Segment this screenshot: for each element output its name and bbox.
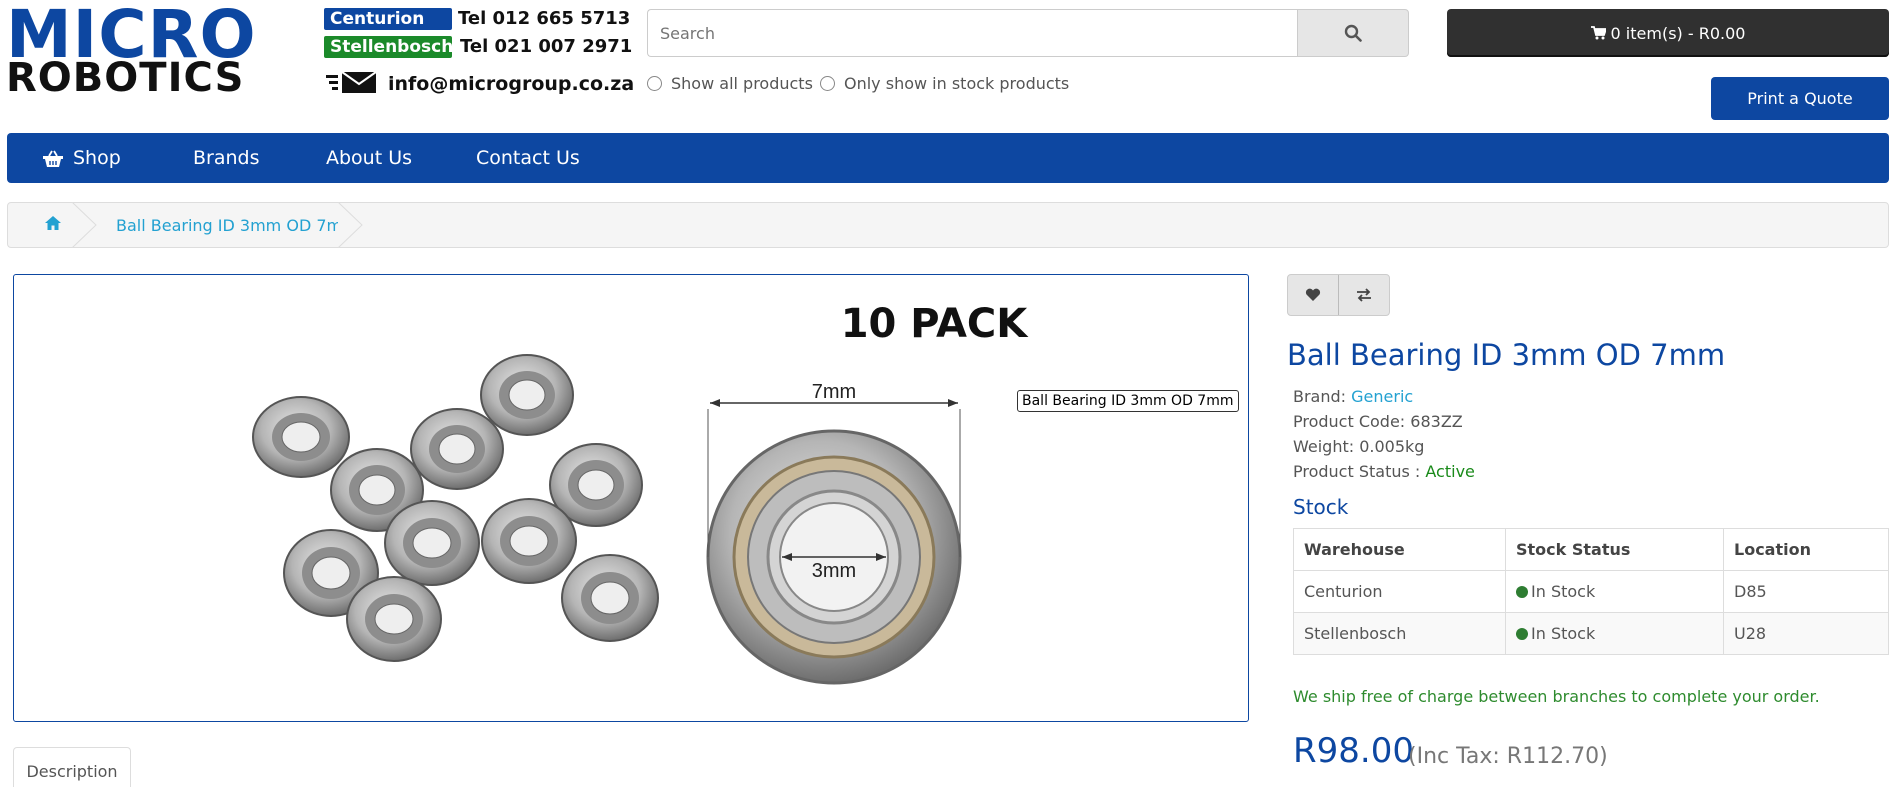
heart-icon xyxy=(1305,288,1321,301)
stock-heading: Stock xyxy=(1293,495,1349,519)
exchange-icon xyxy=(1357,288,1371,302)
search-button[interactable] xyxy=(1297,9,1409,57)
nav-contact-us[interactable]: Contact Us xyxy=(476,133,580,183)
branch-tag-stellenbosch: Stellenbosch xyxy=(324,36,453,58)
product-title: Ball Bearing ID 3mm OD 7mm xyxy=(1287,338,1726,372)
compare-button[interactable] xyxy=(1338,275,1389,315)
warehouse-cell: Centurion xyxy=(1293,570,1506,613)
weight-value: 0.005kg xyxy=(1359,437,1425,456)
bearing-cluster xyxy=(252,354,659,662)
code-value: 683ZZ xyxy=(1410,412,1463,431)
phone-stellenbosch: Tel 021 007 2971 xyxy=(460,36,633,57)
table-row: Centurion In Stock D85 xyxy=(1293,570,1889,613)
product-action-buttons xyxy=(1287,274,1390,316)
table-row: Stellenbosch In Stock U28 xyxy=(1293,612,1889,655)
filter-in-stock[interactable]: Only show in stock products xyxy=(820,74,1069,93)
product-status: Product Status : Active xyxy=(1293,462,1475,481)
outer-dimension-label: 7mm xyxy=(812,381,856,403)
filter-show-all[interactable]: Show all products xyxy=(647,74,813,93)
large-bearing-diagram: 7mm 3mm xyxy=(706,381,962,685)
nav-shop[interactable]: Shop xyxy=(43,133,121,183)
in-stock-dot-icon xyxy=(1516,586,1528,598)
mail-icon xyxy=(326,70,378,98)
breadcrumb-home[interactable] xyxy=(44,215,62,235)
radio-in-stock[interactable] xyxy=(820,76,835,91)
inner-dimension-label: 3mm xyxy=(812,560,856,582)
nav-shop-label: Shop xyxy=(73,147,121,169)
code-label: Product Code: xyxy=(1293,412,1406,431)
nav-brands[interactable]: Brands xyxy=(193,133,260,183)
print-quote-button[interactable]: Print a Quote xyxy=(1711,77,1889,120)
basket-icon xyxy=(43,150,63,167)
header-location: Location xyxy=(1723,528,1889,571)
logo-robotics-text[interactable]: ROBOTICS xyxy=(6,58,244,98)
brand-label: Brand: xyxy=(1293,387,1347,406)
stock-table: Warehouse Stock Status Location Centurio… xyxy=(1293,528,1889,655)
brand-link[interactable]: Generic xyxy=(1351,387,1413,406)
nav-about-us[interactable]: About Us xyxy=(326,133,412,183)
stock-status-text: In Stock xyxy=(1531,624,1596,643)
breadcrumb: Ball Bearing ID 3mm OD 7mm xyxy=(7,202,1889,248)
stock-status-text: In Stock xyxy=(1531,582,1596,601)
shipping-note: We ship free of charge between branches … xyxy=(1293,687,1820,706)
product-price: R98.00 xyxy=(1293,731,1414,771)
wishlist-button[interactable] xyxy=(1288,275,1338,315)
weight-label: Weight: xyxy=(1293,437,1355,456)
cart-label: 0 item(s) - R0.00 xyxy=(1610,23,1746,43)
pack-label: 10 PACK xyxy=(841,301,1030,347)
tab-description[interactable]: Description xyxy=(13,747,131,787)
stock-table-header: Warehouse Stock Status Location xyxy=(1293,528,1889,571)
price-inc-tax: (Inc Tax: R112.70) xyxy=(1408,744,1608,769)
stock-status-cell: In Stock xyxy=(1505,612,1724,655)
branch-tag-centurion: Centurion xyxy=(324,8,452,30)
image-tooltip: Ball Bearing ID 3mm OD 7mm xyxy=(1017,390,1239,412)
warehouse-cell: Stellenbosch xyxy=(1293,612,1506,655)
breadcrumb-separator xyxy=(338,202,363,248)
main-nav: Shop Brands About Us Contact Us xyxy=(7,133,1889,183)
in-stock-dot-icon xyxy=(1516,628,1528,640)
search-icon xyxy=(1344,24,1362,42)
product-weight: Weight: 0.005kg xyxy=(1293,437,1424,456)
header-warehouse: Warehouse xyxy=(1293,528,1506,571)
breadcrumb-current[interactable]: Ball Bearing ID 3mm OD 7mm xyxy=(116,216,358,235)
header-stock-status: Stock Status xyxy=(1505,528,1724,571)
stock-status-cell: In Stock xyxy=(1505,570,1724,613)
email-link[interactable]: info@microgroup.co.za xyxy=(388,73,634,95)
phone-centurion: Tel 012 665 5713 xyxy=(458,8,631,29)
product-brand: Brand: Generic xyxy=(1293,387,1413,406)
product-image[interactable]: 7mm 3mm 10 PACK xyxy=(13,274,1249,722)
home-icon xyxy=(45,216,61,230)
search-input[interactable] xyxy=(647,9,1297,57)
breadcrumb-separator xyxy=(72,202,97,248)
filter-show-all-label: Show all products xyxy=(671,74,813,93)
status-value: Active xyxy=(1425,462,1475,481)
radio-show-all[interactable] xyxy=(647,76,662,91)
cart-button[interactable]: 0 item(s) - R0.00 xyxy=(1447,9,1889,57)
filter-in-stock-label: Only show in stock products xyxy=(844,74,1070,93)
cart-icon xyxy=(1590,26,1606,40)
location-cell: D85 xyxy=(1723,570,1889,613)
status-label: Product Status : xyxy=(1293,462,1421,481)
product-code: Product Code: 683ZZ xyxy=(1293,412,1463,431)
location-cell: U28 xyxy=(1723,612,1889,655)
